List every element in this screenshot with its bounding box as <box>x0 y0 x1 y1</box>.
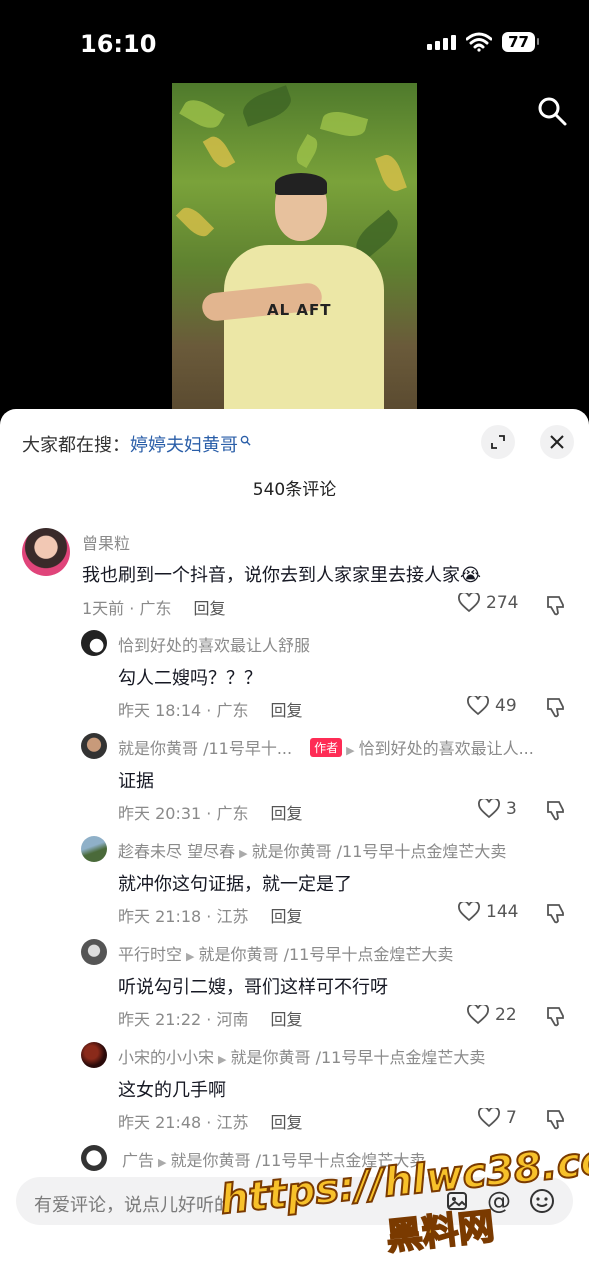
reply-meta: 昨天 18:14 · 广东 回复 <box>118 701 303 720</box>
reply-meta: 昨天 20:31 · 广东 回复 <box>118 804 303 823</box>
heart-icon <box>467 1005 489 1025</box>
heart-icon <box>478 799 500 819</box>
like-button[interactable]: 3 <box>478 799 517 819</box>
status-icons: 77 <box>427 32 539 52</box>
reply-meta: 昨天 21:22 · 河南 回复 <box>118 1010 303 1029</box>
avatar[interactable] <box>81 1145 107 1171</box>
small-search-icon <box>240 435 251 446</box>
reply-button[interactable]: 回复 <box>270 1010 302 1029</box>
like-button[interactable]: 49 <box>467 696 517 716</box>
search-icon[interactable] <box>536 95 568 127</box>
reply-button[interactable]: 回复 <box>270 907 302 926</box>
dislike-icon[interactable] <box>545 594 567 616</box>
ad-label: 广告 <box>122 1151 155 1170</box>
reply-arrow-icon: ▶ <box>239 847 248 860</box>
like-button[interactable]: 7 <box>478 1108 517 1128</box>
reply-arrow-icon: ▶ <box>158 1156 167 1169</box>
reply-text: 证据 <box>118 771 154 792</box>
comment-input-placeholder: 有爱评论，说点儿好听的 <box>34 1195 232 1216</box>
reply-arrow-icon: ▶ <box>346 744 355 757</box>
reply-text: 听说勾引二嫂，哥们这样可不行呀 <box>118 977 388 998</box>
reply-button[interactable]: 回复 <box>270 804 302 823</box>
reply-arrow-icon: ▶ <box>186 950 195 963</box>
close-button[interactable] <box>540 425 574 459</box>
like-count: 22 <box>495 1005 517 1025</box>
reply-username: 趁春未尽 望尽春 ▶ 就是你黄哥 /11号早十点金煌芒大卖 <box>118 842 507 861</box>
reply-username: 平行时空 ▶ 就是你黄哥 /11号早十点金煌芒大卖 <box>118 945 454 964</box>
reply-username: 小宋的小小宋 ▶ 就是你黄哥 /11号早十点金煌芒大卖 <box>118 1048 486 1067</box>
battery-indicator: 77 <box>502 32 539 52</box>
reply-button[interactable]: 回复 <box>270 701 302 720</box>
expand-icon <box>491 435 505 449</box>
reply-text: 这女的几手啊 <box>118 1080 226 1101</box>
reply-username: 就是你黄哥 /11号早十... 作者 ▶ 恰到好处的喜欢最让人... <box>118 738 534 758</box>
heart-icon <box>458 593 480 613</box>
reply-button[interactable]: 回复 <box>270 1113 302 1132</box>
heart-icon <box>478 1108 500 1128</box>
reply-username[interactable]: 恰到好处的喜欢最让人舒服 <box>118 632 310 656</box>
video-preview[interactable]: AL AFT <box>172 83 417 413</box>
like-count: 3 <box>506 799 517 819</box>
search-prefix: 大家都在搜： <box>22 435 130 456</box>
comment-username[interactable]: 曾果粒 <box>82 530 130 554</box>
close-icon <box>550 435 564 449</box>
reply-button[interactable]: 回复 <box>193 599 225 618</box>
wifi-icon <box>466 32 493 52</box>
cellular-signal-icon <box>427 34 457 50</box>
dislike-icon[interactable] <box>545 1108 567 1130</box>
reply-meta: 昨天 21:18 · 江苏 回复 <box>118 907 303 926</box>
reply-meta: 昨天 21:48 · 江苏 回复 <box>118 1113 303 1132</box>
reply-arrow-icon: ▶ <box>218 1053 227 1066</box>
reply-text: 就冲你这句证据，就一定是了 <box>118 874 352 895</box>
search-suggestion[interactable]: 大家都在搜： 婷婷夫妇黄哥 <box>22 431 251 457</box>
author-tag: 作者 <box>310 738 343 757</box>
search-term-link[interactable]: 婷婷夫妇黄哥 <box>130 431 238 457</box>
like-count: 274 <box>486 593 519 613</box>
avatar[interactable] <box>81 733 107 759</box>
comment-count: 540条评论 <box>252 480 337 500</box>
comment-meta: 1天前 · 广东 回复 <box>82 599 226 618</box>
avatar[interactable] <box>81 836 107 862</box>
like-button[interactable]: 22 <box>467 1005 517 1025</box>
dislike-icon[interactable] <box>545 1005 567 1027</box>
avatar[interactable] <box>81 1042 107 1068</box>
dislike-icon[interactable] <box>545 799 567 821</box>
avatar[interactable] <box>22 528 70 576</box>
like-count: 144 <box>486 902 519 922</box>
shirt-text: AL AFT <box>267 301 332 319</box>
heart-icon <box>467 696 489 716</box>
dislike-icon[interactable] <box>545 902 567 924</box>
dislike-icon[interactable] <box>545 696 567 718</box>
avatar[interactable] <box>81 630 107 656</box>
like-button[interactable]: 144 <box>458 902 518 922</box>
like-button[interactable]: 274 <box>458 593 518 613</box>
status-time: 16:10 <box>80 30 157 58</box>
reply-text: 勾人二嫂吗？？？ <box>118 668 262 689</box>
like-count: 49 <box>495 696 517 716</box>
heart-icon <box>458 902 480 922</box>
like-count: 7 <box>506 1108 517 1128</box>
expand-button[interactable] <box>481 425 515 459</box>
avatar[interactable] <box>81 939 107 965</box>
status-bar: 16:10 77 <box>0 0 589 86</box>
comment-text: 我也刷到一个抖音，说你去到人家家里去接人家😭 <box>82 565 482 586</box>
